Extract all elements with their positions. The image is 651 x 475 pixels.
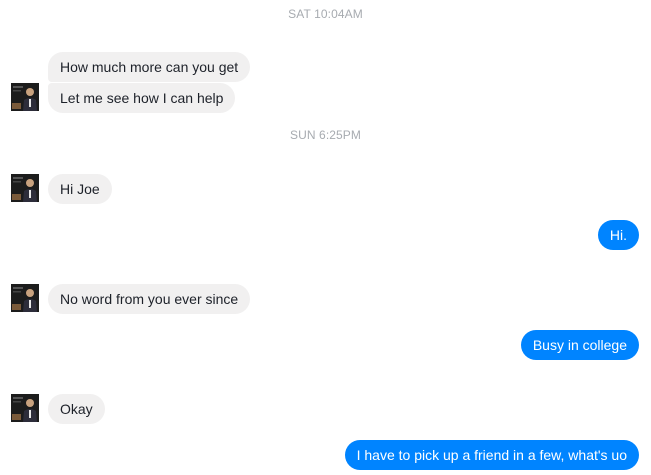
incoming-message[interactable]: Let me see how I can help [48, 83, 236, 113]
incoming-message[interactable]: No word from you ever since [48, 284, 251, 314]
timestamp-divider: SAT 10:04AM [288, 7, 363, 21]
outgoing-message[interactable]: Hi. [597, 220, 639, 250]
contact-avatar-icon[interactable] [11, 394, 39, 422]
incoming-message[interactable]: How much more can you get [48, 52, 251, 82]
contact-avatar-icon[interactable] [11, 83, 39, 111]
message-thread: SAT 10:04AM How much more can you get Le… [0, 0, 651, 475]
contact-avatar-icon[interactable] [11, 284, 39, 312]
outgoing-message[interactable]: I have to pick up a friend in a few, wha… [344, 440, 639, 470]
incoming-message[interactable]: Okay [48, 394, 105, 424]
timestamp-divider: SUN 6:25PM [289, 128, 362, 142]
outgoing-message[interactable]: Busy in college [520, 330, 639, 360]
incoming-message[interactable]: Hi Joe [48, 174, 112, 204]
contact-avatar-icon[interactable] [11, 174, 39, 202]
